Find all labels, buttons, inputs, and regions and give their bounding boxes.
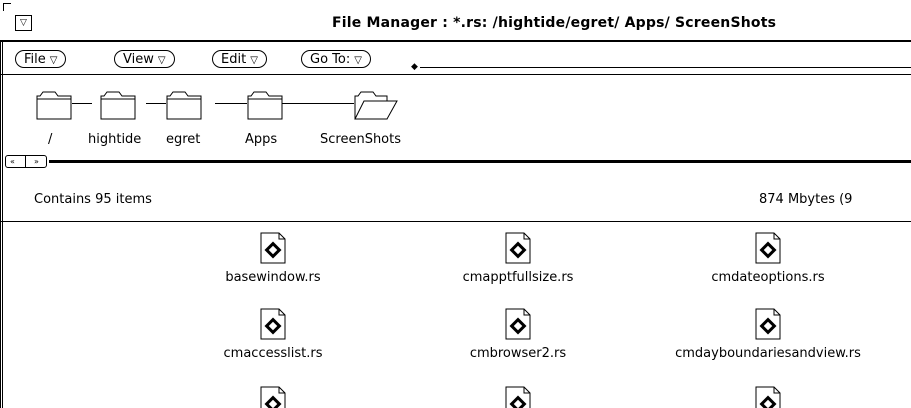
edit-menu-label: Edit bbox=[221, 52, 247, 67]
path-connector bbox=[72, 103, 92, 104]
scroll-arrows-button[interactable]: « » bbox=[5, 155, 47, 168]
window-title: File Manager : *.rs: /hightide/egret/ Ap… bbox=[332, 15, 777, 31]
folder-icon[interactable] bbox=[36, 90, 72, 120]
file-item[interactable]: cmapptfullsize.rs bbox=[418, 232, 618, 285]
menu-triangle-icon: ▽ bbox=[250, 55, 258, 66]
scroll-left-icon[interactable]: « bbox=[10, 156, 15, 167]
scroll-track[interactable] bbox=[49, 160, 911, 163]
raster-file-icon bbox=[260, 232, 286, 264]
folder-icon[interactable] bbox=[247, 90, 283, 120]
disk-space: 874 Mbytes (9 bbox=[759, 192, 853, 207]
path-label-apps[interactable]: Apps bbox=[245, 132, 277, 147]
path-connector bbox=[215, 103, 247, 104]
path-label-hightide[interactable]: hightide bbox=[88, 132, 141, 147]
file-item[interactable] bbox=[668, 386, 868, 408]
raster-file-icon bbox=[505, 232, 531, 264]
file-item[interactable]: cmdateoptions.rs bbox=[668, 232, 868, 285]
file-item[interactable] bbox=[418, 386, 618, 408]
status-bar: Contains 95 items 874 Mbytes (9 bbox=[0, 181, 911, 222]
raster-file-icon bbox=[505, 308, 531, 340]
folder-icon[interactable] bbox=[100, 90, 136, 120]
raster-file-icon bbox=[505, 386, 531, 408]
file-name: cmaccesslist.rs bbox=[223, 346, 323, 361]
menu-triangle-icon: ▽ bbox=[157, 55, 166, 66]
view-menu-button[interactable]: View ▽ bbox=[114, 50, 175, 68]
file-pane[interactable]: basewindow.rs cmapptfullsize.rs cmdateop… bbox=[3, 222, 911, 408]
file-item[interactable]: cmdayboundariesandview.rs bbox=[668, 308, 868, 361]
file-menu-button[interactable]: File ▽ bbox=[15, 50, 67, 68]
file-name: cmdayboundariesandview.rs bbox=[675, 346, 861, 361]
raster-file-icon bbox=[755, 386, 781, 408]
folder-icon[interactable] bbox=[166, 90, 202, 120]
raster-file-icon bbox=[260, 308, 286, 340]
path-connector bbox=[146, 103, 166, 104]
raster-file-icon bbox=[755, 232, 781, 264]
file-name: basewindow.rs bbox=[225, 270, 321, 285]
file-name: cmdateoptions.rs bbox=[711, 270, 825, 285]
path-label-root[interactable]: / bbox=[48, 132, 52, 147]
raster-file-icon bbox=[260, 386, 286, 408]
path-connector bbox=[282, 103, 354, 104]
file-name: cmbrowser2.rs bbox=[469, 346, 567, 361]
window-menu-button[interactable]: ▽ bbox=[15, 15, 32, 31]
file-item[interactable] bbox=[173, 386, 373, 408]
file-name: cmapptfullsize.rs bbox=[462, 270, 574, 285]
scroll-divider bbox=[25, 156, 26, 167]
path-label-egret[interactable]: egret bbox=[166, 132, 200, 147]
edit-menu-button[interactable]: Edit ▽ bbox=[212, 50, 267, 68]
file-item[interactable]: basewindow.rs bbox=[173, 232, 373, 285]
item-count: Contains 95 items bbox=[34, 192, 152, 207]
file-menu-label: File bbox=[24, 52, 46, 67]
path-label-screenshots[interactable]: ScreenShots bbox=[320, 132, 401, 147]
goto-menu-label: Go To: bbox=[310, 52, 351, 67]
open-folder-icon[interactable] bbox=[354, 90, 398, 120]
file-manager-window: ▽ File Manager : *.rs: /hightide/egret/ … bbox=[0, 0, 911, 408]
scroll-right-icon[interactable]: » bbox=[34, 156, 39, 167]
file-item[interactable]: cmbrowser2.rs bbox=[418, 308, 618, 361]
title-bar[interactable]: ▽ File Manager : *.rs: /hightide/egret/ … bbox=[0, 0, 911, 42]
goto-text-field[interactable] bbox=[420, 67, 911, 68]
menu-triangle-icon: ▽ bbox=[354, 55, 362, 66]
goto-caret-icon: ◆ bbox=[411, 62, 418, 72]
goto-menu-button[interactable]: Go To: ▽ bbox=[301, 50, 371, 68]
file-item[interactable]: cmaccesslist.rs bbox=[173, 308, 373, 361]
menu-bar: File ▽ View ▽ Edit ▽ Go To: ▽ ◆ bbox=[0, 42, 911, 75]
path-scrollbar[interactable]: « » bbox=[3, 155, 911, 168]
view-menu-label: View bbox=[123, 52, 154, 67]
menu-triangle-icon: ▽ bbox=[49, 55, 58, 66]
raster-file-icon bbox=[755, 308, 781, 340]
